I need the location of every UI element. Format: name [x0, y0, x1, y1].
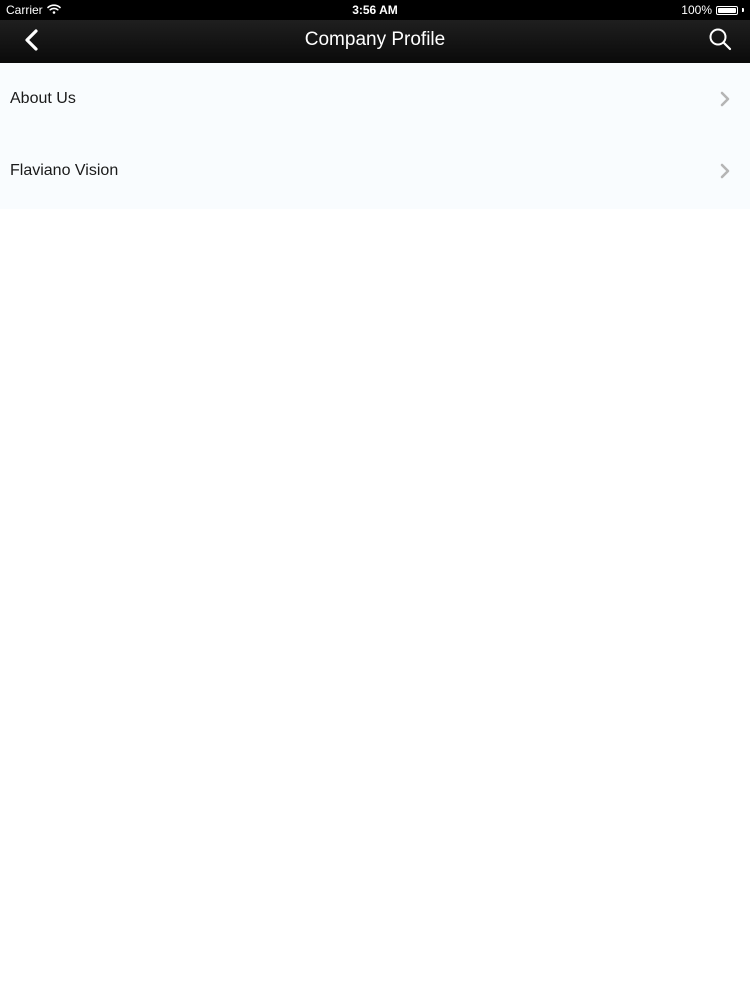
chevron-right-icon [718, 90, 732, 108]
menu-item-label: About Us [10, 90, 76, 107]
battery-percent: 100% [681, 3, 712, 17]
battery-fill [718, 7, 736, 13]
menu-item-label: Flaviano Vision [10, 162, 119, 179]
search-button[interactable] [706, 27, 734, 55]
battery-icon [716, 5, 738, 15]
status-bar: Carrier 3:56 AM 100% [0, 0, 750, 20]
search-icon [708, 27, 732, 56]
page-title: Company Profile [304, 29, 446, 50]
chevron-right-icon [718, 162, 732, 180]
status-time: 3:56 AM [352, 3, 398, 17]
menu-item-flaviano-vision[interactable]: Flaviano Vision [0, 135, 750, 207]
status-right: 100% [681, 3, 744, 17]
menu-item-about-us[interactable]: About Us [0, 63, 750, 135]
battery-tip [742, 8, 744, 12]
navigation-bar: Company Profile [0, 20, 750, 63]
company-profile-menu: About Us Flaviano Vision [0, 63, 750, 209]
